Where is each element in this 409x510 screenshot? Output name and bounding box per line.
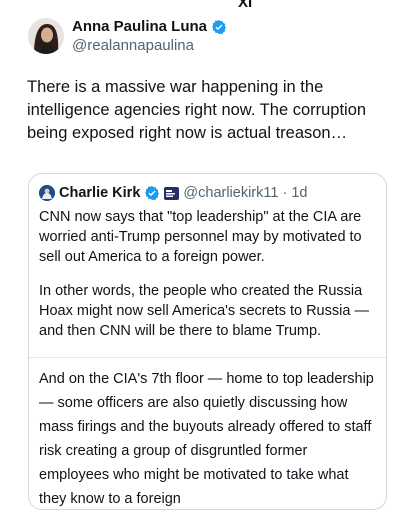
verified-badge-icon bbox=[212, 19, 227, 34]
quoted-avatar-image bbox=[39, 185, 55, 201]
quoted-author-handle-time[interactable]: @charliekirk11 · 1d bbox=[183, 185, 307, 201]
tweet-author[interactable]: Anna Paulina Luna @realannapaulina bbox=[28, 18, 388, 66]
quoted-author-name[interactable]: Charlie Kirk bbox=[59, 185, 140, 201]
top-cutoff-glyph: XI bbox=[238, 0, 253, 11]
tweet-text: There is a massive war happening in the … bbox=[27, 78, 367, 142]
author-name-row[interactable]: Anna Paulina Luna bbox=[72, 18, 227, 35]
affiliate-badge-icon bbox=[164, 186, 180, 200]
author-handle[interactable]: @realannapaulina bbox=[72, 37, 194, 54]
verified-badge-icon bbox=[145, 186, 160, 200]
author-name[interactable]: Anna Paulina Luna bbox=[72, 18, 207, 35]
quoted-tweet-card[interactable]: Charlie Kirk @charliekirk11 · 1d CNN now… bbox=[28, 173, 387, 510]
quoted-paragraph: In other words, the people who created t… bbox=[39, 283, 369, 339]
quoted-avatar[interactable] bbox=[39, 185, 55, 201]
quoted-paragraph: CNN now says that "top leadership" at th… bbox=[39, 209, 362, 265]
embedded-article-screenshot: And on the CIA's 7th floor — home to top… bbox=[29, 357, 386, 509]
avatar-image bbox=[28, 18, 64, 54]
quoted-tweet-header: Charlie Kirk @charliekirk11 · 1d bbox=[39, 183, 376, 203]
quoted-tweet-body: CNN now says that "top leadership" at th… bbox=[39, 207, 374, 355]
avatar[interactable] bbox=[28, 18, 64, 54]
embedded-article-text: And on the CIA's 7th floor — home to top… bbox=[39, 371, 374, 507]
